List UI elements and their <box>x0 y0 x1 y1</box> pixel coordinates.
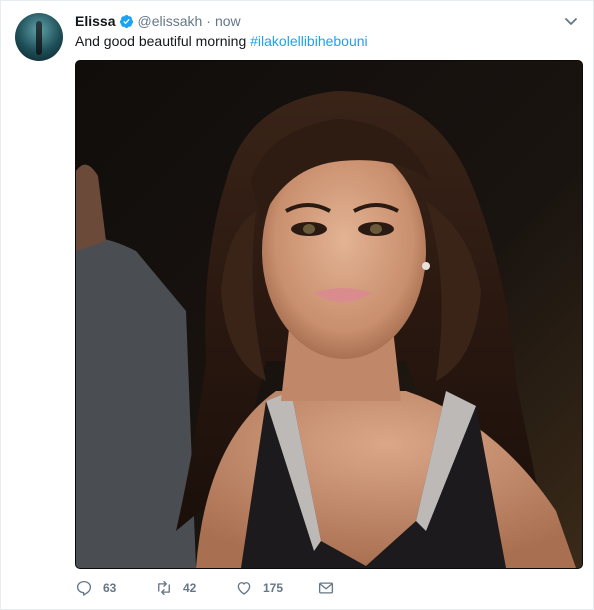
envelope-icon <box>318 582 334 594</box>
retweet-icon <box>158 580 170 596</box>
author-name[interactable]: Elissa <box>75 12 115 30</box>
timestamp[interactable]: now <box>215 12 241 30</box>
reply-button[interactable]: 63 <box>75 579 155 597</box>
verified-badge-icon <box>119 14 134 29</box>
author-handle[interactable]: @elissakh <box>137 12 202 30</box>
heart-icon <box>237 582 251 595</box>
direct-message-button[interactable] <box>317 579 335 597</box>
hashtag-link[interactable]: #ilakolellibihebouni <box>250 33 368 49</box>
like-count: 175 <box>263 581 284 595</box>
photo-image <box>76 61 582 568</box>
tweet-text: And good beautiful morning #ilakolellibi… <box>75 32 368 50</box>
tweet-card[interactable]: Elissa @elissakh · now And good beautifu… <box>0 0 594 610</box>
chevron-down-icon[interactable] <box>563 13 579 29</box>
tweet-photo[interactable] <box>75 60 583 569</box>
separator-dot: · <box>206 13 211 29</box>
retweet-button[interactable]: 42 <box>155 579 235 597</box>
tweet-text-body: And good beautiful morning <box>75 33 251 49</box>
tweet-actions: 63 42 175 <box>75 579 335 597</box>
like-button[interactable]: 175 <box>235 579 317 597</box>
avatar[interactable] <box>15 13 63 61</box>
retweet-count: 42 <box>183 581 197 595</box>
tweet-header: Elissa @elissakh · now <box>75 12 241 30</box>
reply-count: 63 <box>103 581 117 595</box>
reply-icon <box>76 580 92 596</box>
